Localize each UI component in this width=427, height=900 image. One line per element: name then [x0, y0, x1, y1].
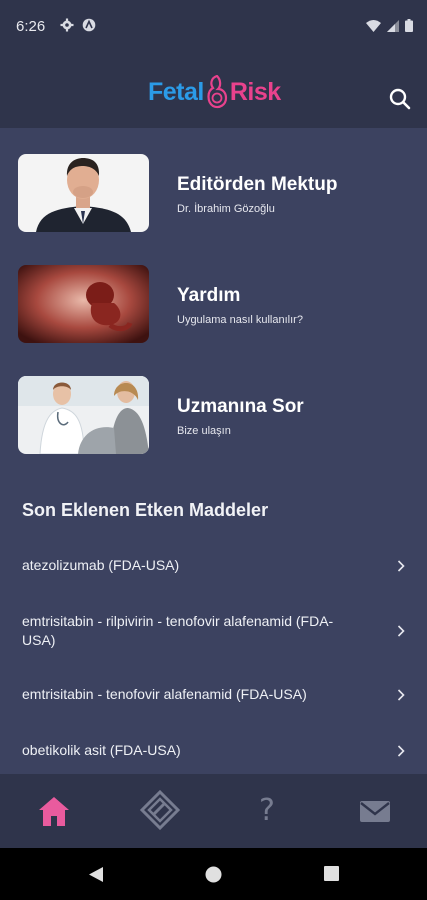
signal-icon: [387, 19, 399, 32]
recent-section-title: Son Eklenen Etken Maddeler: [22, 500, 269, 520]
card-subtitle: Uygulama nasıl kullanılır?: [177, 314, 303, 326]
status-bar: 6:26: [0, 0, 427, 56]
doctor-portrait-image: [18, 154, 149, 232]
nav-help-button[interactable]: ?: [247, 794, 287, 828]
list-item[interactable]: emtrisitabin - tenofovir alafenamid (FDA…: [0, 676, 427, 716]
card-editor-letter[interactable]: Editörden Mektup Dr. İbrahim Gözoğlu: [18, 154, 410, 232]
chevron-right-icon: [397, 745, 405, 757]
logo-text-fetal: Fetal: [148, 77, 204, 106]
pregnancy-logo-icon: [207, 75, 227, 109]
search-button[interactable]: [387, 86, 413, 112]
nav-contact-button[interactable]: [355, 794, 395, 828]
settings-gear-icon: [60, 18, 74, 32]
nav-drugs-button[interactable]: [139, 789, 181, 831]
fetal-risk-logo: Fetal Risk: [148, 74, 281, 110]
home-icon: [39, 797, 69, 826]
doctor-patient-image: [18, 376, 149, 454]
wifi-icon: [366, 19, 381, 32]
card-ask-expert[interactable]: Uzmanına Sor Bize ulaşın: [18, 376, 410, 454]
system-navigation-bar: [0, 848, 427, 900]
status-time: 6:26: [16, 18, 46, 35]
card-title: Editörden Mektup: [177, 174, 338, 195]
home-circle-icon[interactable]: [205, 866, 222, 883]
list-item[interactable]: atezolizumab (FDA-USA): [0, 547, 427, 587]
chevron-right-icon: [397, 625, 405, 637]
list-item-label: atezolizumab (FDA-USA): [22, 557, 180, 573]
nav-home-button[interactable]: [34, 794, 74, 828]
fetus-image: [18, 265, 149, 343]
drug-category-icon: [139, 789, 181, 831]
chevron-right-icon: [397, 560, 405, 572]
search-icon: [389, 88, 411, 110]
logo-text-risk: Risk: [229, 77, 281, 106]
recents-square-icon[interactable]: [324, 866, 339, 881]
chevron-right-icon: [397, 689, 405, 701]
list-item-label: emtrisitabin - tenofovir alafenamid (FDA…: [22, 686, 307, 702]
card-subtitle: Dr. İbrahim Gözoğlu: [177, 203, 275, 215]
battery-icon: [405, 19, 413, 32]
list-item[interactable]: emtrisitabin - rilpivirin - tenofovir al…: [0, 606, 427, 656]
back-triangle-icon[interactable]: [88, 866, 104, 883]
card-title: Uzmanına Sor: [177, 396, 304, 417]
list-item-label: obetikolik asit (FDA-USA): [22, 742, 181, 758]
list-item-label: emtrisitabin - rilpivirin - tenofovir al…: [22, 613, 334, 648]
mail-icon: [360, 801, 390, 822]
card-subtitle: Bize ulaşın: [177, 425, 231, 437]
bottom-navigation: ?: [0, 774, 427, 848]
question-mark-icon: ?: [259, 793, 275, 828]
app-notification-icon: [82, 18, 96, 32]
card-help[interactable]: Yardım Uygulama nasıl kullanılır?: [18, 265, 410, 343]
list-item[interactable]: obetikolik asit (FDA-USA): [0, 732, 427, 772]
app-header: Fetal Risk: [0, 56, 427, 128]
card-title: Yardım: [177, 285, 241, 306]
